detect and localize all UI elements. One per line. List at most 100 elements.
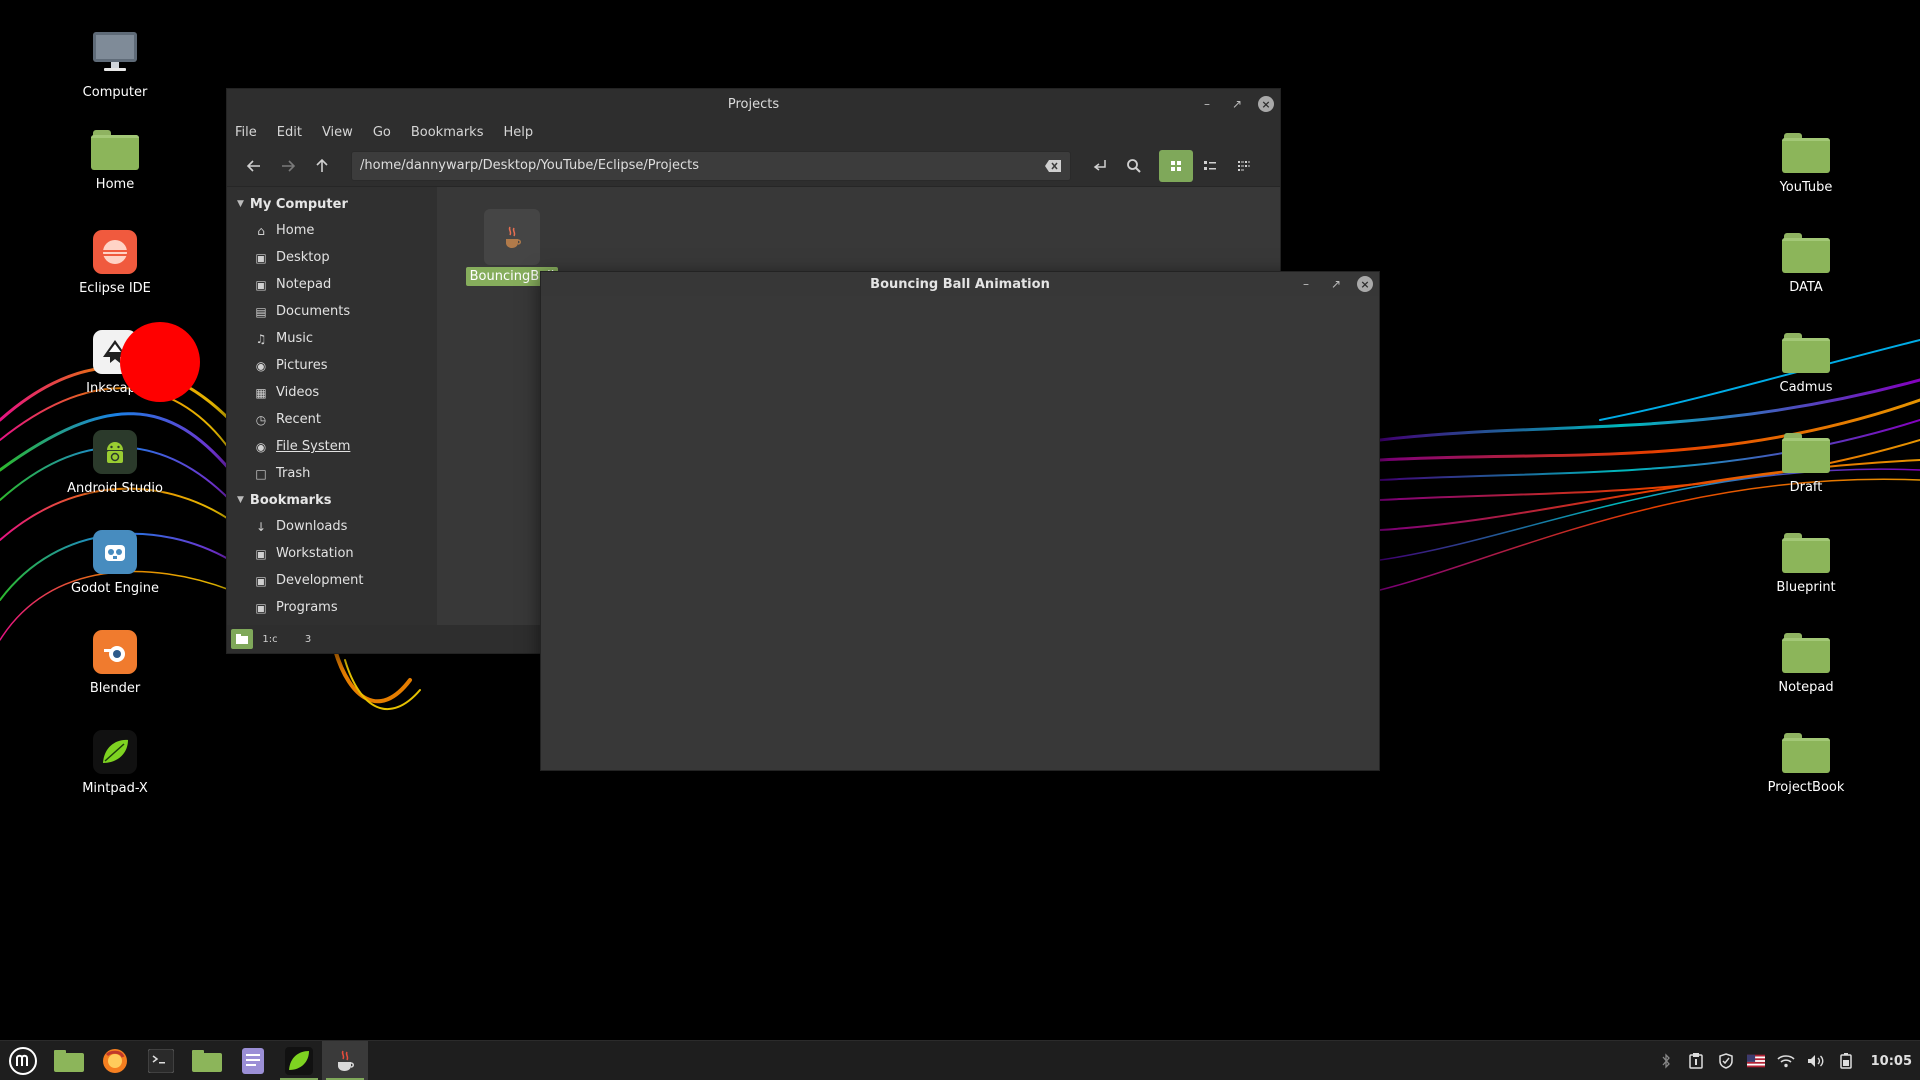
mintpad-launcher[interactable]	[276, 1041, 322, 1080]
battery-icon[interactable]	[1837, 1052, 1855, 1070]
sidebar-item-videos[interactable]: ▦ Videos	[227, 379, 437, 406]
show-treeview-button[interactable]: 1:c	[259, 629, 281, 649]
maximize-button[interactable]: ↗	[1228, 95, 1246, 113]
window-controls: – ↗ ×	[1297, 272, 1373, 296]
list-view-button[interactable]	[1193, 150, 1227, 182]
menu-help[interactable]: Help	[503, 125, 533, 140]
compact-view-button[interactable]	[1227, 150, 1261, 182]
close-button[interactable]: ×	[1258, 96, 1274, 112]
terminal-launcher[interactable]	[138, 1041, 184, 1080]
sidebar-item-label: Development	[276, 573, 364, 588]
bluetooth-icon[interactable]	[1657, 1052, 1675, 1070]
menu-view[interactable]: View	[322, 125, 353, 140]
sidebar-item-label: Music	[276, 331, 313, 346]
godot-icon	[93, 530, 137, 574]
sidebar-item-label: File System	[276, 439, 351, 454]
sidebar-item-label: Notepad	[276, 277, 332, 292]
file-manager-titlebar[interactable]: Projects – ↗ ×	[227, 89, 1280, 119]
volume-icon[interactable]	[1807, 1052, 1825, 1070]
desktop-icon-home[interactable]: Home	[55, 130, 175, 192]
grid-icon	[1171, 160, 1181, 171]
back-button[interactable]	[237, 149, 271, 183]
minimize-button[interactable]: –	[1198, 95, 1216, 113]
sidebar-item-label: Trash	[276, 466, 311, 481]
sidebar-item-desktop[interactable]: ▣ Desktop	[227, 244, 437, 271]
sidebar-item-recent[interactable]: ◷ Recent	[227, 406, 437, 433]
maximize-button[interactable]: ↗	[1327, 275, 1345, 293]
desktop-folder-cadmus[interactable]: Cadmus	[1746, 333, 1866, 395]
menu-bookmarks[interactable]: Bookmarks	[411, 125, 484, 140]
files-launcher[interactable]	[184, 1041, 230, 1080]
sidebar-item-file-system[interactable]: ◉ File System	[227, 433, 437, 460]
desktop-icon-label: Android Studio	[67, 481, 163, 496]
folder-icon	[1782, 433, 1830, 473]
clock[interactable]: 10:05	[1871, 1054, 1912, 1069]
clipboard-icon[interactable]	[1687, 1052, 1705, 1070]
arrow-left-icon	[246, 159, 260, 172]
sidebar-item-workstation[interactable]: ▣ Workstation	[227, 540, 437, 567]
clear-location-button[interactable]	[1044, 158, 1062, 174]
sidebar-item-label: Home	[276, 223, 315, 238]
java-icon	[338, 1050, 354, 1071]
desktop-folder-notepad[interactable]: Notepad	[1746, 633, 1866, 695]
desktop-icon-android-studio[interactable]: Android Studio	[55, 430, 175, 496]
toggle-location-button[interactable]	[1083, 149, 1117, 183]
wifi-icon[interactable]	[1777, 1052, 1795, 1070]
sidebar-item-music[interactable]: ♫ Music	[227, 325, 437, 352]
bouncing-ball-titlebar[interactable]: Bouncing Ball Animation – ↗ ×	[541, 272, 1379, 296]
blender-icon	[93, 630, 137, 674]
desktop-icon-eclipse[interactable]: Eclipse IDE	[55, 230, 175, 296]
shield-icon[interactable]	[1717, 1052, 1735, 1070]
sidebar-item-label: Videos	[276, 385, 320, 400]
folder-icon: ▣	[255, 600, 267, 615]
system-tray: 10:05	[1657, 1041, 1912, 1080]
drive-icon: ◉	[255, 439, 267, 454]
sidebar-item-development[interactable]: ▣ Development	[227, 567, 437, 594]
menubar: File Edit View Go Bookmarks Help	[227, 119, 1280, 145]
firefox-launcher[interactable]	[92, 1041, 138, 1080]
menu-file[interactable]: File	[235, 125, 257, 140]
sidebar-item-programs[interactable]: ▣ Programs	[227, 594, 437, 621]
close-button[interactable]: ×	[1357, 276, 1373, 292]
sidebar-item-pictures[interactable]: ◉ Pictures	[227, 352, 437, 379]
search-button[interactable]	[1117, 149, 1151, 183]
menu-button[interactable]	[0, 1041, 46, 1080]
menu-edit[interactable]: Edit	[277, 125, 302, 140]
desktop-folder-youtube[interactable]: YouTube	[1746, 133, 1866, 195]
sidebar-item-home[interactable]: ⌂ Home	[227, 217, 437, 244]
desktop-icon-mintpad[interactable]: Mintpad-X	[55, 730, 175, 796]
sidebar-item-downloads[interactable]: ↓ Downloads	[227, 513, 437, 540]
show-places-button[interactable]	[231, 629, 253, 649]
home-folder-icon	[91, 130, 139, 170]
hide-sidebar-button[interactable]: 3	[297, 629, 319, 649]
sidebar-section-my-computer[interactable]: ▼ My Computer	[227, 191, 437, 217]
desktop-folder-projectbook[interactable]: ProjectBook	[1746, 733, 1866, 795]
up-button[interactable]	[305, 149, 339, 183]
location-input[interactable]: /home/dannywarp/Desktop/YouTube/Eclipse/…	[351, 150, 1071, 181]
folder-icon	[1782, 733, 1830, 773]
minimize-button[interactable]: –	[1297, 275, 1315, 293]
desktop-icon-blender[interactable]: Blender	[55, 630, 175, 696]
desktop-icon-label: DATA	[1789, 280, 1823, 295]
folder-icon	[1782, 533, 1830, 573]
camera-icon: ◉	[255, 358, 267, 373]
sidebar-section-bookmarks[interactable]: ▼ Bookmarks	[227, 487, 437, 513]
keyboard-layout-flag-icon[interactable]	[1746, 1052, 1765, 1070]
java-app-launcher[interactable]	[322, 1040, 368, 1080]
mint-menu-icon	[9, 1046, 37, 1075]
menu-go[interactable]: Go	[373, 125, 391, 140]
arrow-right-icon	[282, 159, 296, 172]
text-editor-launcher[interactable]	[230, 1041, 276, 1080]
sidebar-item-documents[interactable]: ▤ Documents	[227, 298, 437, 325]
desktop-folder-blueprint[interactable]: Blueprint	[1746, 533, 1866, 595]
desktop-icon-godot[interactable]: Godot Engine	[55, 530, 175, 596]
sidebar-item-trash[interactable]: □ Trash	[227, 460, 437, 487]
desktop-icon-computer[interactable]: Computer	[55, 30, 175, 100]
forward-button[interactable]	[271, 149, 305, 183]
desktop-folder-data[interactable]: DATA	[1746, 233, 1866, 295]
sidebar-item-notepad[interactable]: ▣ Notepad	[227, 271, 437, 298]
desktop-folder-draft[interactable]: Draft	[1746, 433, 1866, 495]
desktop-icon-label: Computer	[82, 85, 148, 100]
show-desktop-button[interactable]	[46, 1041, 92, 1080]
icon-view-button[interactable]	[1159, 149, 1193, 182]
